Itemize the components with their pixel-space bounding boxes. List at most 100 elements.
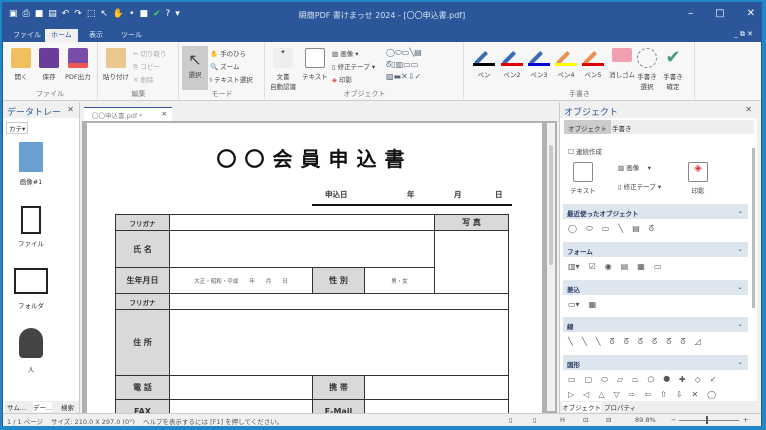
birth-field[interactable]: 大正・昭和・平成 年 月 日 [169,267,313,294]
delete-button[interactable]: ✕ 削除 [133,74,154,84]
tab-file[interactable]: ファイル [7,29,47,42]
category-dropdown[interactable]: カテ▾ [6,122,29,134]
stamp-button[interactable]: ◈ 印影 [332,74,352,84]
title-bar: ▣ ⎙ ■ ▤ ↶ ↷ ⬚ ↖ ✋ • ■ ✔ ? ▾ 瞬簡PDF 書けまっせ … [3,3,761,27]
paste-button[interactable]: 貼り付け [103,48,129,81]
tray-item-person[interactable]: 人 [11,328,51,374]
text-box-icon [572,162,593,182]
fit-page-icon[interactable]: ⊡ [583,416,588,424]
chevron-down-icon: ⌄ [737,207,743,215]
pen-4-button[interactable]: ペン4 [555,48,577,79]
fit-width-icon[interactable]: ⊟ [606,416,611,424]
select-mode-button[interactable]: ↖ 選択 [182,46,208,90]
handwriting-confirm-button[interactable]: ✔ 手書き 確定 [663,48,683,92]
pen-2-button[interactable]: ペン2 [501,48,523,79]
text-object-button[interactable]: テキスト [302,48,328,81]
close-icon[interactable]: ✕ [67,105,74,114]
eraser-button[interactable]: 消しゴム [609,48,635,79]
close-icon[interactable]: ✕ [162,110,167,118]
vertical-scrollbar[interactable] [751,138,757,398]
document-tab[interactable]: 〇〇申込書.pdf * ✕ [84,107,172,121]
phone-field[interactable] [169,375,313,400]
address-furigana-field[interactable] [169,293,509,310]
tab-home[interactable]: ホーム [45,29,78,42]
maximize-button[interactable]: □ [715,8,724,19]
tab-object-bottom[interactable]: オブジェクト [562,402,601,412]
gender-field[interactable]: 男・女 [364,267,435,294]
zoom-in-button[interactable]: + [743,416,748,424]
shape-icons[interactable]: ▭ ▢ ⬭ ▱ ⏢ ⬠ ⯃ ✚ ◇ ✓ [568,375,716,385]
name-field[interactable] [169,230,435,268]
chevron-down-icon: ⌄ [737,320,743,328]
tab-tools[interactable]: ツール [115,29,148,42]
minimize-button[interactable]: – [688,8,693,19]
app-window: ▣ ⎙ ■ ▤ ↶ ↷ ⬚ ↖ ✋ • ■ ✔ ? ▾ 瞬簡PDF 書けまっせ … [2,2,762,426]
shape-icons-2[interactable]: ▷ ◁ △ ▽ ⇨ ⇦ ⇧ ⇩ ✕ ◯ [568,390,716,399]
section-form[interactable]: フォーム ⌄ [563,242,748,257]
auto-recognize-button[interactable]: ✦ 文書 自動認識 [270,48,296,91]
continuous-create-checkbox[interactable]: ☐ 連続作成 [568,146,602,156]
tab-data[interactable]: デー... [33,402,53,412]
shape-gallery[interactable]: ◯⬭▭╲▤ ᘔ▯▥▭▭ ▨▬✕⇩✓ [386,47,422,83]
mdi-controls[interactable]: _ ⧉ ✕ [734,30,753,39]
section-shape[interactable]: 図形 ⌄ [563,355,748,370]
handwriting-select-button[interactable]: 手書き 選択 [637,48,657,91]
tab-search[interactable]: 検索 [61,402,74,412]
zoom-mode-button[interactable]: 🔍 ズーム [210,61,239,71]
tray-item-folder[interactable]: フォルダ [11,268,51,310]
chevron-down-icon: ⌄ [737,245,743,253]
recent-object-icons[interactable]: ◯ ⬭ ▭ ╲ ▤ ᘔ [568,224,654,234]
zoom-slider-thumb[interactable] [705,416,708,424]
text-object-button[interactable]: テキスト [570,162,596,195]
correction-tape-button[interactable]: ▯ 修正テープ ▾ [332,61,375,71]
vertical-scrollbar[interactable] [547,123,555,411]
clipboard-icon [106,48,126,68]
pdf-export-icon [67,48,88,68]
image-button[interactable]: ▨ 画像 ▾ [332,48,359,58]
close-button[interactable]: ✕ [747,8,755,19]
person-photo-icon [19,142,43,172]
document-view[interactable]: 〇〇会員申込書 申込日 年 月 日 フリガナ 写 真 氏 名 生年月日 大正・昭… [82,121,557,413]
tray-item-file[interactable]: ファイル [11,206,51,248]
chevron-down-icon: ⌄ [737,358,743,366]
copy-button[interactable]: ⎘ コピー [133,61,160,72]
line-icons[interactable]: ╲ ╲ ╲ ᘔ ᘔ ᘔ ᘔ ᘔ ᘔ ◿ [568,337,701,347]
open-button[interactable]: 開く [11,48,31,81]
tab-properties[interactable]: プロパティ [604,402,636,412]
stamp-button[interactable]: ◈ 印影 [688,162,708,195]
section-insert[interactable]: 差込 ⌄ [563,280,748,295]
section-recent[interactable]: 最近使ったオブジェクト ⌄ [563,204,748,219]
mobile-field[interactable] [364,375,509,400]
pen-5-button[interactable]: ペン5 [582,48,604,79]
tab-thumbnail[interactable]: サム... [7,402,26,412]
save-button[interactable]: 保存 [39,48,59,81]
address-field[interactable] [169,309,509,376]
form-icons[interactable]: ▥▾ ☑ ◉ ▤ ▦ ▭ [568,262,661,271]
correction-tape-button[interactable]: ▯ 修正テープ ▾ [618,181,661,191]
pdf-export-button[interactable]: PDF出力 [65,48,91,81]
furigana-field[interactable] [169,214,435,231]
group-file: 開く 保存 PDF出力 ファイル [3,42,98,101]
fit-height-icon[interactable]: H [560,416,565,424]
hand-mode-button[interactable]: ✋ 手のひら [210,48,246,58]
image-button[interactable]: ▨ 画像 ▾ [618,162,651,172]
page-fit-icon[interactable]: ▯ [509,416,513,424]
cut-button[interactable]: ✂ 切り取り [133,48,167,58]
tray-item-image[interactable]: 画像#1 [11,142,51,186]
email-field[interactable] [364,399,509,413]
section-line[interactable]: 線 ⌄ [563,317,748,332]
tab-view[interactable]: 表示 [83,29,109,42]
photo-field[interactable] [434,230,509,294]
zoom-slider[interactable] [679,420,739,421]
fax-field[interactable] [169,399,313,413]
zoom-out-button[interactable]: − [671,416,676,424]
pen-1-button[interactable]: ペン [473,48,495,79]
insert-icons[interactable]: ▭▾ ▦ [568,300,596,309]
pen-3-button[interactable]: ペン3 [528,48,550,79]
chevron-down-icon: ⌄ [737,283,743,291]
text-select-button[interactable]: I テキスト選択 [210,74,253,84]
close-icon[interactable]: ✕ [745,105,752,114]
tab-object[interactable]: オブジェクト [564,120,611,134]
tab-handwriting[interactable]: 手書き [608,120,636,134]
page-width-icon[interactable]: ▯ [533,416,537,424]
